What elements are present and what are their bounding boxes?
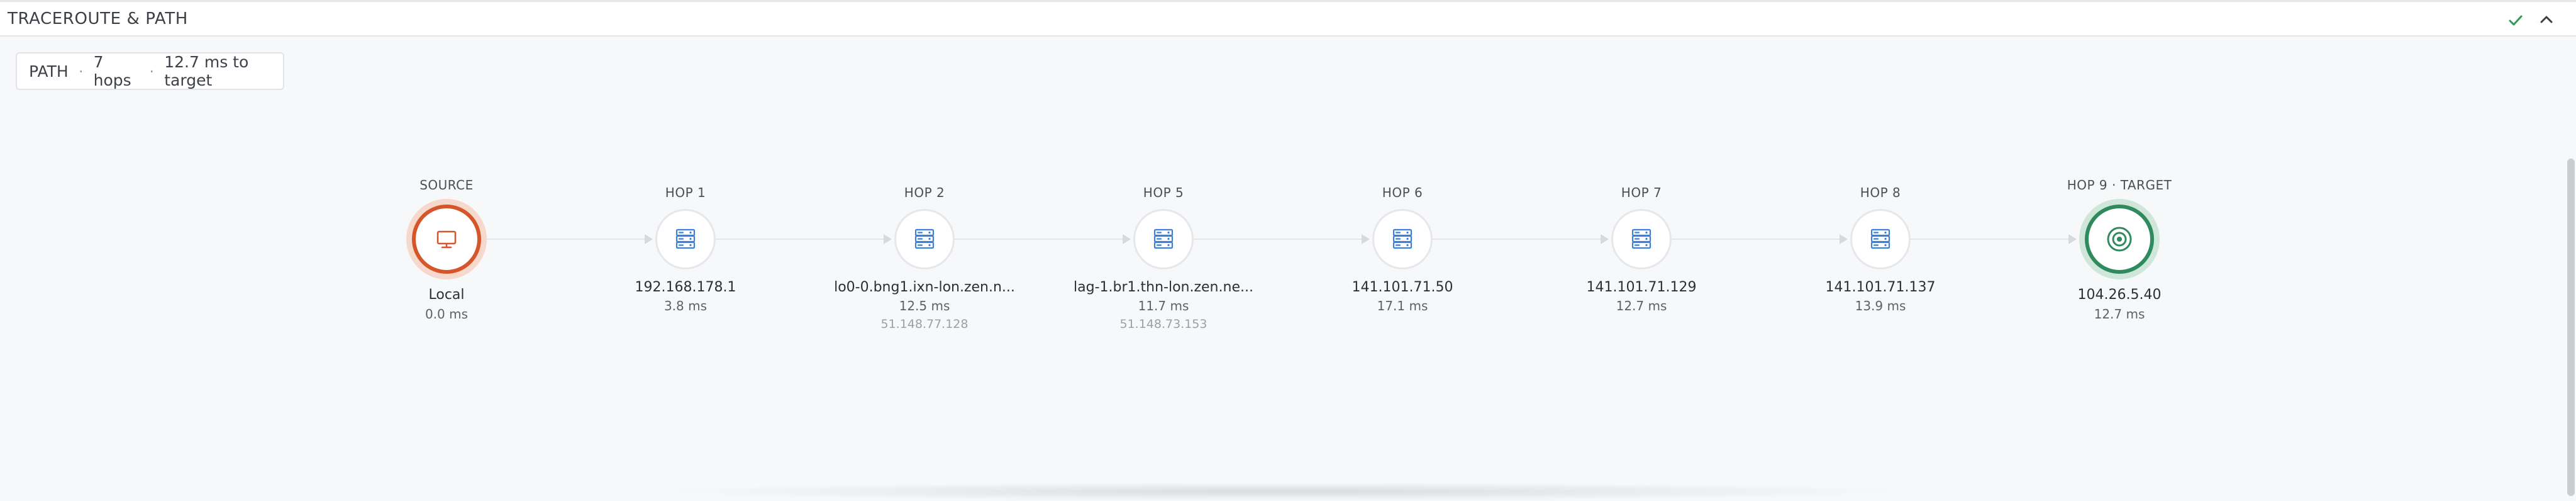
node-circle[interactable] — [1850, 209, 1911, 269]
node-latency: 0.0 ms — [425, 307, 469, 322]
server-icon — [1631, 228, 1652, 249]
node-top-label: SOURCE — [419, 177, 474, 193]
node-name: 141.101.71.137 — [1825, 279, 1936, 295]
node-latency: 3.8 ms — [663, 298, 708, 313]
node-latency: 11.7 ms — [1138, 298, 1189, 313]
server-icon — [1392, 228, 1413, 249]
path-link — [1194, 239, 1363, 240]
node-top-label: HOP 5 — [1143, 185, 1184, 200]
node-ip: 51.148.77.128 — [880, 317, 969, 331]
node-name: 192.168.178.1 — [635, 279, 736, 295]
path-arrow — [1601, 234, 1609, 244]
server-icon — [1870, 228, 1890, 249]
node-circle[interactable] — [1372, 209, 1433, 269]
path-arrow — [884, 234, 892, 244]
node-top-label: HOP 9 · TARGET — [2067, 177, 2172, 193]
node-name: Local — [428, 287, 465, 303]
path-link — [487, 239, 647, 240]
node-latency: 12.7 ms — [2094, 307, 2145, 322]
node-name: lo0-0.bng1.ixn-lon.zen.n... — [834, 279, 1015, 295]
node-top-label: HOP 2 — [904, 185, 945, 200]
node-latency: 13.9 ms — [1855, 298, 1906, 313]
node-circle[interactable] — [655, 209, 716, 269]
vertical-scrollbar[interactable] — [2567, 159, 2575, 496]
path-arrow — [645, 234, 653, 244]
node-circle[interactable] — [412, 205, 481, 274]
node-name: 141.101.71.50 — [1352, 279, 1453, 295]
server-icon — [914, 228, 935, 249]
path-link — [1433, 239, 1602, 240]
node-latency: 12.7 ms — [1616, 298, 1667, 313]
bottom-shadow — [654, 482, 1912, 501]
target-icon — [2107, 227, 2132, 252]
node-top-label: HOP 8 — [1860, 185, 1901, 200]
node-latency: 12.5 ms — [899, 298, 950, 313]
path-link — [716, 239, 886, 240]
path-arrow — [2068, 234, 2077, 244]
node-name: 141.101.71.129 — [1586, 279, 1697, 295]
path-arrow — [1362, 234, 1370, 244]
path-link — [955, 239, 1124, 240]
monitor-icon — [436, 230, 457, 249]
node-name: lag-1.br1.thn-lon.zen.ne... — [1074, 279, 1253, 295]
node-top-label: HOP 1 — [665, 185, 706, 200]
node-latency: 17.1 ms — [1377, 298, 1428, 313]
node-ip: 51.148.73.153 — [1119, 317, 1208, 331]
server-icon — [1153, 228, 1174, 249]
node-top-label: HOP 7 — [1621, 185, 1662, 200]
node-circle[interactable] — [1611, 209, 1672, 269]
path-link — [1672, 239, 1841, 240]
node-name: 104.26.5.40 — [2077, 287, 2162, 303]
path-arrow — [1123, 234, 1131, 244]
node-circle[interactable] — [1133, 209, 1194, 269]
path-arrow — [1840, 234, 1848, 244]
path-link — [1911, 239, 2070, 240]
node-top-label: HOP 6 — [1382, 185, 1423, 200]
path-diagram: SOURCE Local 0.0 ms HOP 1 192.168.178.1 3.8 m… — [0, 0, 2576, 496]
node-circle[interactable] — [894, 209, 955, 269]
server-icon — [675, 228, 696, 249]
node-circle[interactable] — [2085, 205, 2154, 274]
